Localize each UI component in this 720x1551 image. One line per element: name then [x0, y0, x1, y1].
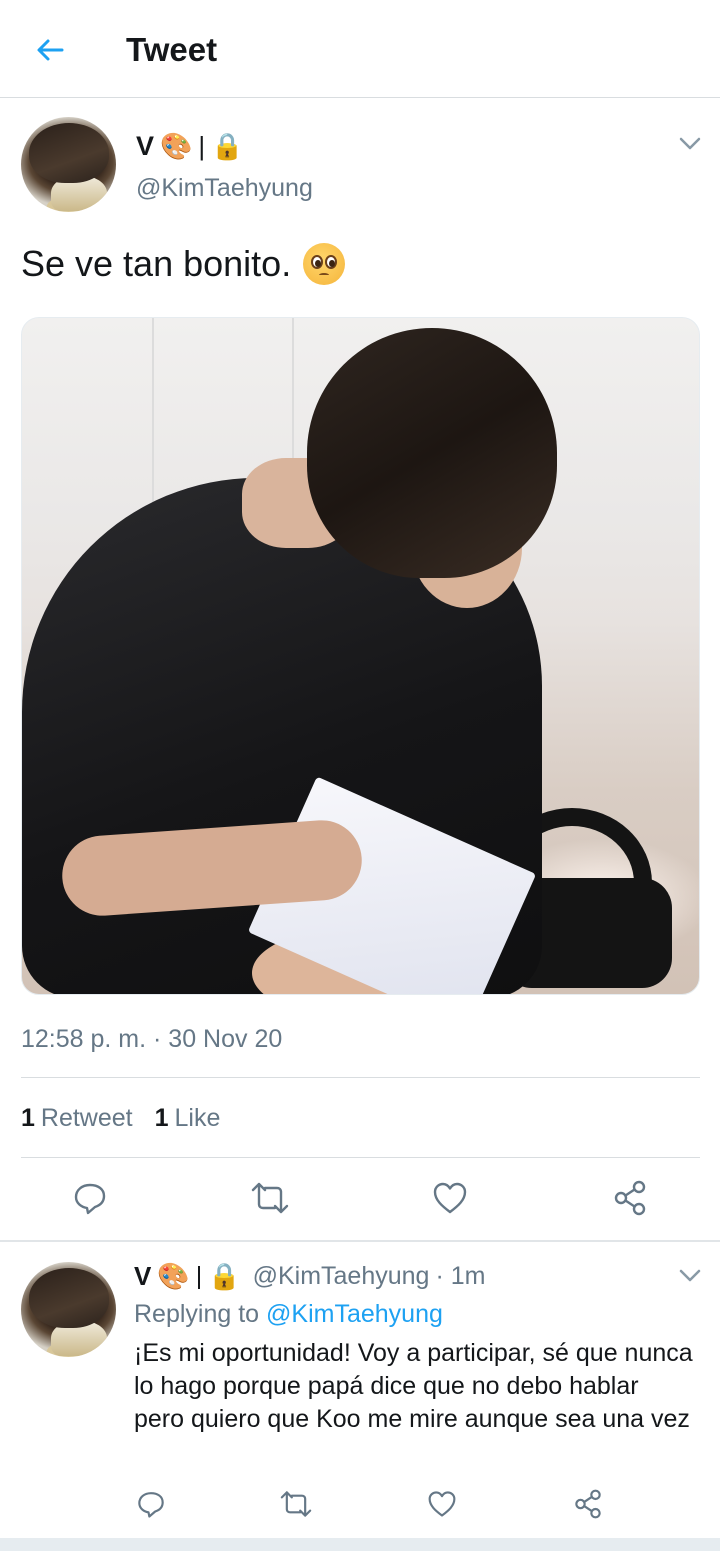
name-separator: | [195, 1261, 203, 1290]
replying-to-handle-link[interactable]: @KimTaehyung [266, 1300, 443, 1328]
retweet-button[interactable] [246, 1174, 294, 1222]
retweet-button[interactable] [272, 1480, 320, 1528]
like-icon [428, 1491, 456, 1517]
lock-emoji: 🔒 [211, 131, 244, 161]
divider [21, 1077, 700, 1078]
tweet-photo[interactable] [21, 317, 700, 995]
top-bar: Tweet [0, 0, 720, 98]
author-name-row[interactable]: V 🎨 | 🔒 [136, 128, 244, 164]
retweet-icon [251, 1182, 289, 1214]
chevron-down-icon [679, 137, 701, 150]
tweet-text-content: Se ve tan bonito. [21, 243, 292, 284]
tweet-menu-button[interactable] [678, 132, 702, 156]
reply-time: · 1m [435, 1261, 486, 1290]
reply-header[interactable]: V 🎨 | 🔒 @KimTaehyung · 1m [134, 1258, 485, 1294]
palette-emoji: 🎨 [157, 1261, 190, 1291]
retweet-stat[interactable]: 1 Retweet [21, 1102, 133, 1134]
share-icon [614, 1180, 646, 1216]
divider [21, 1157, 700, 1158]
reply-icon [138, 1492, 164, 1518]
reply-author-name: V [134, 1260, 152, 1291]
like-stat[interactable]: 1 Like [155, 1102, 221, 1134]
reply-text: ¡Es mi oportunidad! Voy a participar, sé… [134, 1339, 693, 1433]
like-icon [433, 1182, 467, 1214]
like-button[interactable] [426, 1174, 474, 1222]
replying-to: Replying to @KimTaehyung [134, 1298, 443, 1330]
retweet-icon [280, 1491, 312, 1517]
name-separator: | [198, 130, 206, 161]
page-title: Tweet [126, 31, 218, 68]
reply-avatar[interactable] [21, 1262, 116, 1357]
replying-to-label: Replying to [134, 1300, 260, 1328]
reply-handle: @KimTaehyung [252, 1261, 430, 1290]
tweet-text: Se ve tan bonito. [21, 240, 346, 288]
tweet-actions [0, 1174, 720, 1222]
back-button[interactable] [30, 30, 70, 70]
bottom-separator [0, 1538, 720, 1551]
reply-actions [0, 1480, 720, 1528]
pleading-face-emoji [303, 243, 346, 285]
share-icon [575, 1489, 601, 1519]
like-button[interactable] [418, 1480, 466, 1528]
section-divider [0, 1240, 720, 1242]
tweet-timestamp[interactable]: 12:58 p. m. · 30 Nov 20 [21, 1022, 282, 1056]
reply-menu-button[interactable] [678, 1264, 702, 1288]
reply-button[interactable] [127, 1480, 175, 1528]
chevron-down-icon [679, 1269, 701, 1282]
arrow-left-icon [37, 39, 64, 61]
author-name: V [136, 130, 155, 161]
palette-emoji: 🎨 [160, 131, 193, 161]
lock-emoji: 🔒 [208, 1261, 241, 1291]
tweet-stats: 1 Retweet 1 Like [21, 1102, 220, 1134]
reply-button[interactable] [66, 1174, 114, 1222]
author-handle[interactable]: @KimTaehyung [136, 172, 313, 204]
avatar[interactable] [21, 117, 116, 212]
share-button[interactable] [564, 1480, 612, 1528]
share-button[interactable] [606, 1174, 654, 1222]
reply-icon [74, 1183, 106, 1215]
